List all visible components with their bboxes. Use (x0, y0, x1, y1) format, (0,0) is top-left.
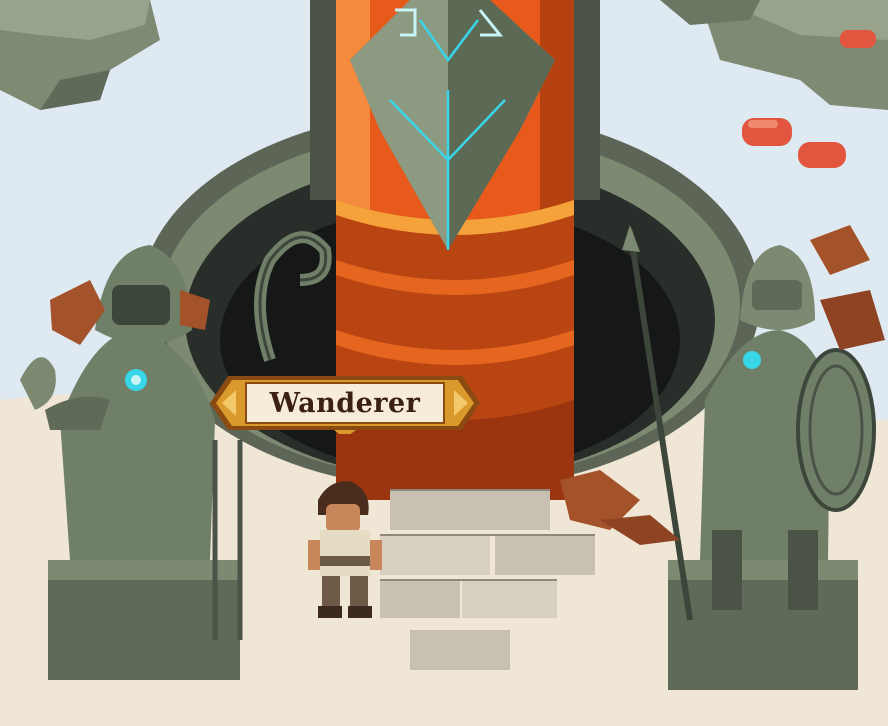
game-scene (0, 0, 888, 726)
character-nameplate: Wanderer (206, 372, 484, 434)
red-slime-2 (798, 142, 846, 168)
character-name: Wanderer (269, 387, 421, 419)
red-slime-3 (840, 30, 876, 48)
